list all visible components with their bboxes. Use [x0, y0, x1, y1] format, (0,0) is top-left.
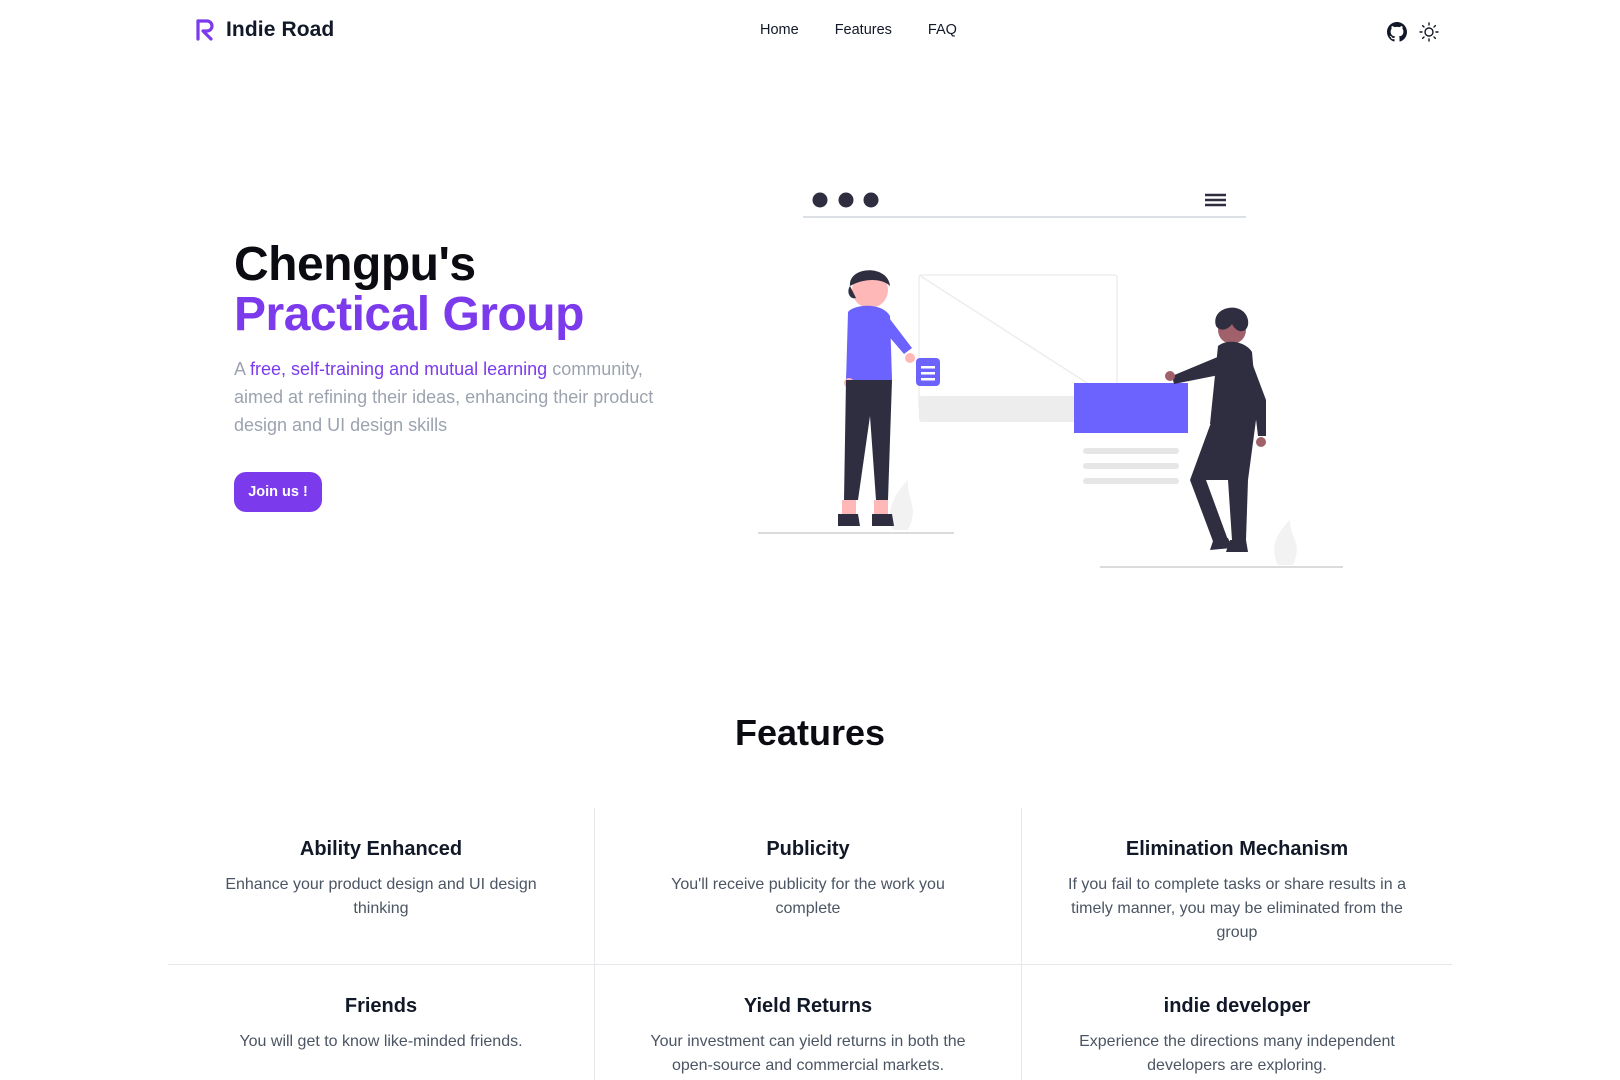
hero-desc-accent: free, self-training and mutual learning	[250, 359, 548, 379]
header-actions	[1386, 21, 1440, 43]
feature-description: You will get to know like-minded friends…	[239, 1033, 523, 1050]
feature-title: Ability Enhanced	[299, 838, 463, 860]
hero-title-line1: Chengpu's	[234, 238, 476, 291]
hero-desc-prefix: A	[234, 359, 251, 379]
feature-title: Friends	[344, 995, 418, 1017]
feature-description: If you fail to complete tasks or share r…	[1068, 876, 1406, 941]
hero-title: Chengpu's Practical Group	[234, 240, 584, 340]
brand-logo-icon	[196, 19, 214, 41]
hamburger-icon	[1205, 193, 1226, 207]
nav-home[interactable]: Home	[760, 22, 799, 38]
feature-title: indie developer	[1163, 995, 1311, 1017]
features-title: Features	[734, 712, 886, 753]
feature-card: indie developer Experience the direction…	[1022, 965, 1452, 1080]
purple-box	[1074, 383, 1188, 433]
feature-card: Ability Enhanced Enhance your product de…	[168, 808, 595, 965]
nav-features[interactable]: Features	[835, 22, 892, 38]
hero-description: A free, self-training and mutual learnin…	[234, 355, 694, 439]
github-icon[interactable]	[1386, 21, 1408, 43]
window-dot	[863, 192, 879, 208]
feature-description: Your investment can yield returns in bot…	[650, 1033, 966, 1074]
window-dot	[812, 192, 828, 208]
features-grid: Ability Enhanced Enhance your product de…	[168, 808, 1452, 1080]
feature-title: Elimination Mechanism	[1125, 838, 1349, 860]
hero-illustration	[758, 192, 1343, 568]
brand[interactable]: Indie Road	[196, 18, 334, 42]
feature-description: Enhance your product design and UI desig…	[225, 876, 537, 917]
main-nav: Home Features FAQ	[760, 22, 993, 38]
hero-title-line2: Practical Group	[234, 288, 584, 341]
brand-name: Indie Road	[226, 18, 335, 41]
card-grey-bar	[919, 396, 1089, 422]
feature-card: Yield Returns Your investment can yield …	[595, 965, 1022, 1080]
feature-card: Friends You will get to know like-minded…	[168, 965, 595, 1080]
sun-icon[interactable]	[1418, 21, 1440, 43]
join-us-button[interactable]: Join us !	[234, 472, 322, 512]
feature-title: Yield Returns	[743, 995, 873, 1017]
feature-card: Publicity You'll receive publicity for t…	[595, 808, 1022, 965]
feature-title: Publicity	[766, 838, 850, 860]
nav-faq[interactable]: FAQ	[928, 22, 957, 38]
site-header: Indie Road Home Features FAQ	[0, 0, 1620, 64]
feature-description: You'll receive publicity for the work yo…	[671, 876, 945, 917]
window-dot	[838, 192, 854, 208]
feature-description: Experience the directions many independe…	[1079, 1033, 1395, 1074]
feature-card: Elimination Mechanism If you fail to com…	[1022, 808, 1452, 965]
